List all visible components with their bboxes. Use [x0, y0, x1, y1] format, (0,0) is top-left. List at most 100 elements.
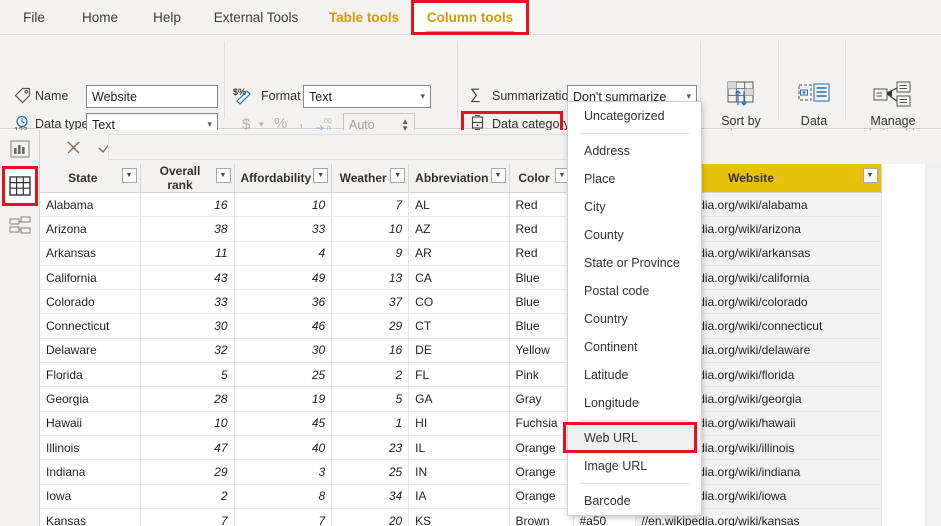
table-cell[interactable]: Kansas	[40, 508, 141, 526]
table-cell[interactable]: 1	[331, 411, 410, 436]
table-cell[interactable]: 36	[234, 289, 333, 315]
table-cell[interactable]: Indiana	[40, 459, 141, 485]
filter-dropdown-icon[interactable]: ▼	[313, 168, 329, 183]
table-cell[interactable]: IN	[408, 459, 510, 485]
column-header-overall-rank[interactable]: Overall rank ▼	[140, 164, 235, 193]
table-cell[interactable]: 32	[140, 338, 235, 364]
table-cell[interactable]: 7	[234, 508, 333, 526]
table-cell[interactable]: Illinois	[40, 435, 141, 461]
table-cell[interactable]: 46	[234, 313, 333, 339]
table-cell[interactable]: 25	[234, 362, 333, 388]
table-cell[interactable]: CA	[408, 265, 510, 291]
column-header-abbreviation[interactable]: Abbreviation ▼	[408, 164, 510, 193]
table-cell[interactable]: Red	[509, 216, 574, 242]
table-cell[interactable]: 8	[234, 484, 333, 509]
tab-external-tools[interactable]: External Tools	[200, 0, 312, 35]
filter-dropdown-icon[interactable]: ▼	[121, 168, 137, 183]
table-cell[interactable]: 5	[331, 386, 410, 412]
filter-dropdown-icon[interactable]: ▼	[215, 168, 231, 183]
table-cell[interactable]: Orange	[509, 435, 574, 461]
tab-table-tools[interactable]: Table tools	[318, 0, 410, 35]
column-header-affordability[interactable]: Affordability ▼	[234, 164, 333, 193]
tab-home[interactable]: Home	[68, 0, 132, 35]
table-cell[interactable]: 10	[234, 192, 333, 218]
table-cell[interactable]: 10	[140, 411, 235, 436]
table-cell[interactable]: Blue	[509, 313, 574, 339]
tab-column-tools[interactable]: Column tools	[414, 0, 526, 35]
table-cell[interactable]: Gray	[509, 386, 574, 412]
table-row[interactable]: Arizona383310AZRed#b20//en.wikipedia.org…	[40, 216, 882, 242]
table-cell[interactable]: HI	[408, 411, 510, 436]
table-cell[interactable]: KS	[408, 508, 510, 526]
table-cell[interactable]: 16	[140, 192, 235, 218]
table-cell[interactable]: DE	[408, 338, 510, 364]
table-cell[interactable]: 28	[140, 386, 235, 412]
table-cell[interactable]: 30	[140, 313, 235, 339]
dropdown-item-longitude[interactable]: Longitude	[568, 389, 701, 417]
table-cell[interactable]: 34	[331, 484, 410, 509]
dropdown-item-place[interactable]: Place	[568, 165, 701, 193]
table-cell[interactable]: 9	[331, 241, 410, 266]
table-cell[interactable]: Orange	[509, 459, 574, 485]
table-cell[interactable]: Blue	[509, 265, 574, 291]
table-cell[interactable]: Red	[509, 192, 574, 218]
table-cell[interactable]: Brown	[509, 508, 574, 526]
column-header-weather[interactable]: Weather ▼	[331, 164, 410, 193]
vertical-scrollbar[interactable]	[925, 164, 941, 526]
table-row[interactable]: Alabama16107ALRed#a50//en.wikipedia.org/…	[40, 192, 882, 218]
data-category-dropdown-menu[interactable]: Uncategorized Address Place City County State…	[567, 101, 702, 516]
table-row[interactable]: Georgia28195GAGray#ffc0//en.wikipedia.or…	[40, 386, 882, 412]
filter-dropdown-icon[interactable]: ▼	[390, 168, 406, 183]
chevron-down-icon[interactable]: ▾	[259, 119, 264, 130]
sidebar-item-data-view[interactable]	[4, 169, 36, 203]
dropdown-item-web-url[interactable]: Web URL	[568, 424, 701, 452]
table-cell[interactable]: Georgia	[40, 386, 141, 412]
filter-dropdown-icon[interactable]: ▼	[490, 168, 506, 183]
cancel-x-icon[interactable]	[58, 134, 88, 160]
table-row[interactable]: Arkansas1149ARRed#a50//en.wikipedia.org/…	[40, 241, 882, 266]
dropdown-item-state-or-province[interactable]: State or Province	[568, 249, 701, 277]
table-cell[interactable]: Pink	[509, 362, 574, 388]
table-cell[interactable]: 7	[140, 508, 235, 526]
table-cell[interactable]: Red	[509, 241, 574, 266]
table-cell[interactable]: Iowa	[40, 484, 141, 509]
table-cell[interactable]: Delaware	[40, 338, 141, 364]
table-cell[interactable]: AR	[408, 241, 510, 266]
data-grid[interactable]: State ▼ Overall rank ▼ Affordability ▼ Weather…	[40, 164, 925, 526]
table-cell[interactable]: AZ	[408, 216, 510, 242]
thousands-separator-button[interactable]: ,	[299, 113, 303, 131]
table-cell[interactable]: 13	[331, 265, 410, 291]
column-header-state[interactable]: State ▼	[40, 164, 141, 193]
table-row[interactable]: Iowa2834IAOrange#a50//en.wikipedia.org/w…	[40, 484, 882, 509]
dropdown-item-image-url[interactable]: Image URL	[568, 452, 701, 480]
sidebar-item-model-view[interactable]	[4, 209, 36, 243]
table-cell[interactable]: IA	[408, 484, 510, 509]
dropdown-item-county[interactable]: County	[568, 221, 701, 249]
table-cell[interactable]: Arkansas	[40, 241, 141, 266]
table-row[interactable]: Illinois474023ILOrange#b20//en.wikipedia…	[40, 435, 882, 461]
table-cell[interactable]: 7	[331, 192, 410, 218]
table-cell[interactable]: AL	[408, 192, 510, 218]
table-cell[interactable]: 19	[234, 386, 333, 412]
table-cell[interactable]: California	[40, 265, 141, 291]
table-cell[interactable]: Orange	[509, 484, 574, 509]
table-row[interactable]: California434913CABlue#b20//en.wikipedia…	[40, 265, 882, 291]
table-cell[interactable]: 5	[140, 362, 235, 388]
table-cell[interactable]: 2	[331, 362, 410, 388]
table-cell[interactable]: CO	[408, 289, 510, 315]
format-select[interactable]: Text ▾	[303, 85, 431, 108]
table-cell[interactable]: IL	[408, 435, 510, 461]
table-cell[interactable]: 16	[331, 338, 410, 364]
table-cell[interactable]: 23	[331, 435, 410, 461]
tab-help[interactable]: Help	[140, 0, 194, 35]
table-cell[interactable]: 2	[140, 484, 235, 509]
dropdown-item-postal-code[interactable]: Postal code	[568, 277, 701, 305]
table-cell[interactable]: FL	[408, 362, 510, 388]
table-cell[interactable]: 43	[140, 265, 235, 291]
table-cell[interactable]: Florida	[40, 362, 141, 388]
table-row[interactable]: Florida5252FLPink#ffc0//en.wikipedia.org…	[40, 362, 882, 388]
table-cell[interactable]: 25	[331, 459, 410, 485]
table-row[interactable]: Kansas 7 7 20 KS Brown #a50//en.wikipedia.org/…	[40, 508, 882, 526]
table-cell[interactable]: 29	[140, 459, 235, 485]
table-cell[interactable]: Hawaii	[40, 411, 141, 436]
